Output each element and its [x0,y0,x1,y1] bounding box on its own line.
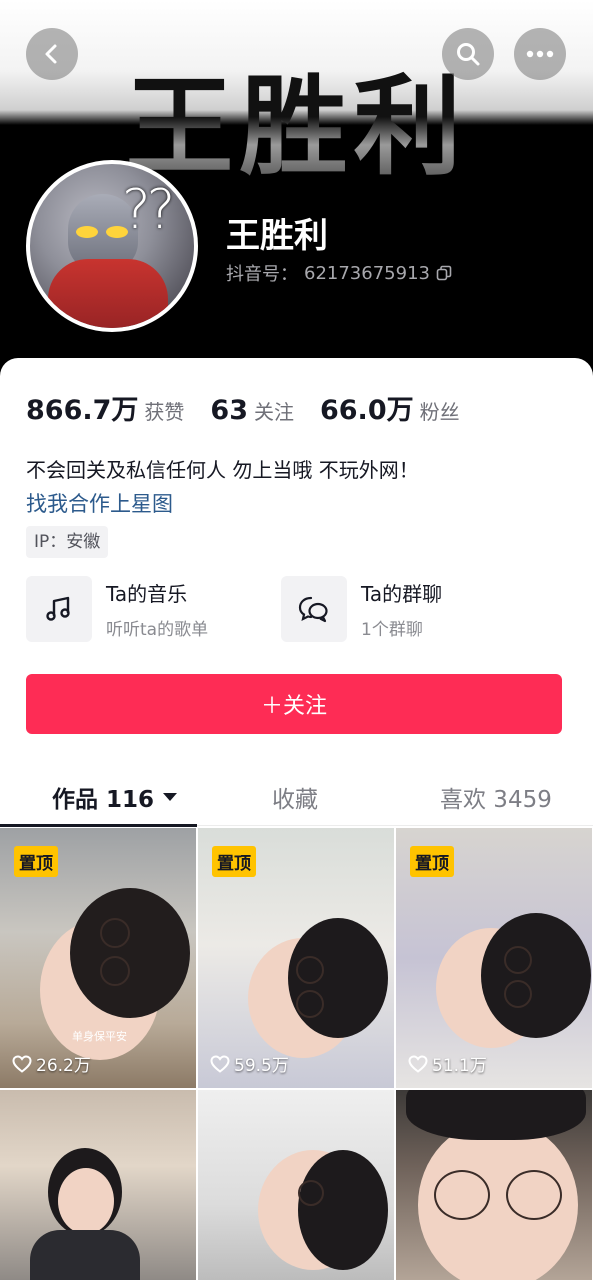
group-entry-icon-box [281,576,347,642]
back-button[interactable] [26,28,78,80]
thumb-glasses [100,956,130,986]
thumb-glasses [504,946,532,974]
banner-title: 王胜利 [0,40,593,180]
heart-icon [408,1054,428,1073]
thumb-hair [70,888,190,1018]
music-note-icon [46,596,70,621]
following-label[interactable]: 关注 [254,396,294,425]
tab-liked[interactable]: 喜欢 3459 [440,780,552,814]
heart-icon [210,1054,230,1073]
follow-button[interactable]: ＋关注 [26,674,562,734]
account-id-value: 62173675913 [304,262,430,284]
account-id-row[interactable]: 抖音号： 62173675913 [226,260,452,286]
profile-card: 866.7万 获赞 63 关注 66.0万 粉丝 不会回关及私信任何人 勿上当哦… [0,358,593,1280]
video-like-count: 26.2万 [12,1051,91,1076]
music-entry-subtitle: 听听ta的歌单 [106,620,209,640]
thumb-face [58,1168,114,1234]
search-icon [457,43,480,66]
avatar-eye [76,226,98,238]
group-entry-title: Ta的群聊 [361,582,443,606]
thumb-glasses [296,956,324,984]
search-button[interactable] [442,28,494,80]
more-button[interactable] [514,28,566,80]
ip-location-tag: IP：安徽 [26,526,109,558]
music-entry-title: Ta的音乐 [106,582,188,606]
profile-nickname: 王胜利 [226,216,328,256]
avatar-character-body [48,259,168,328]
more-icon [526,50,554,58]
account-id-label: 抖音号： [226,264,298,285]
followers-count[interactable]: 66.0万 [320,388,414,427]
bio-link[interactable]: 找我合作上星图 [26,488,173,518]
video-like-count: 59.5万 [210,1051,289,1076]
group-chat-icon [298,596,328,623]
video-thumbnail[interactable]: 置顶 51.1万 [396,828,592,1088]
following-count[interactable]: 63 [210,395,248,426]
thumb-glasses [100,918,130,948]
video-thumbnail[interactable]: 置顶 59.5万 [198,828,394,1088]
pinned-badge: 置顶 [212,846,256,877]
bio-text: 不会回关及私信任何人 勿上当哦 不玩外网！ [26,458,419,482]
caret-down-icon [163,793,178,801]
thumb-hair [481,913,591,1038]
video-like-value: 51.1万 [432,1056,487,1076]
thumb-hair [298,1150,388,1270]
video-like-value: 59.5万 [234,1056,289,1076]
thumb-glasses [296,990,324,1018]
video-caption: 单身保平安 [72,1030,127,1043]
tab-works-label: 作品 116 [52,787,155,813]
followers-label[interactable]: 粉丝 [420,396,460,425]
back-icon [45,44,57,64]
video-like-value: 26.2万 [36,1056,91,1076]
thumb-glasses [434,1170,490,1220]
thumb-glasses [504,980,532,1008]
likes-label: 获赞 [144,400,185,424]
music-entry[interactable]: Ta的音乐 听听ta的歌单 [26,576,208,642]
video-thumbnail[interactable] [0,1090,196,1280]
thumb-costume [30,1230,140,1280]
video-thumbnail[interactable] [198,1090,394,1280]
stats-row: 866.7万 获赞 63 关注 66.0万 粉丝 [26,388,486,427]
group-chat-entry[interactable]: Ta的群聊 1个群聊 [281,576,442,642]
avatar-question-marks: ?? [122,178,175,241]
content-tabs: 作品 116 收藏 喜欢 3459 [0,772,593,827]
thumb-glasses [298,1180,324,1206]
tab-favorites[interactable]: 收藏 [272,780,318,814]
music-entry-icon-box [26,576,92,642]
tab-works[interactable]: 作品 116 [52,780,178,814]
pinned-badge: 置顶 [410,846,454,877]
pinned-badge: 置顶 [14,846,58,877]
video-thumbnail[interactable] [396,1090,592,1280]
thumb-glasses [506,1170,562,1220]
heart-icon [12,1054,32,1073]
avatar[interactable]: ?? [26,160,198,332]
likes-count: 866.7万 [26,395,139,426]
group-entry-subtitle: 1个群聊 [361,620,423,640]
copy-icon[interactable] [436,265,452,281]
tab-active-indicator [0,824,197,827]
video-thumbnail[interactable]: 置顶 单身保平安 26.2万 [0,828,196,1088]
video-like-count: 51.1万 [408,1051,487,1076]
thumb-hair [406,1090,586,1140]
